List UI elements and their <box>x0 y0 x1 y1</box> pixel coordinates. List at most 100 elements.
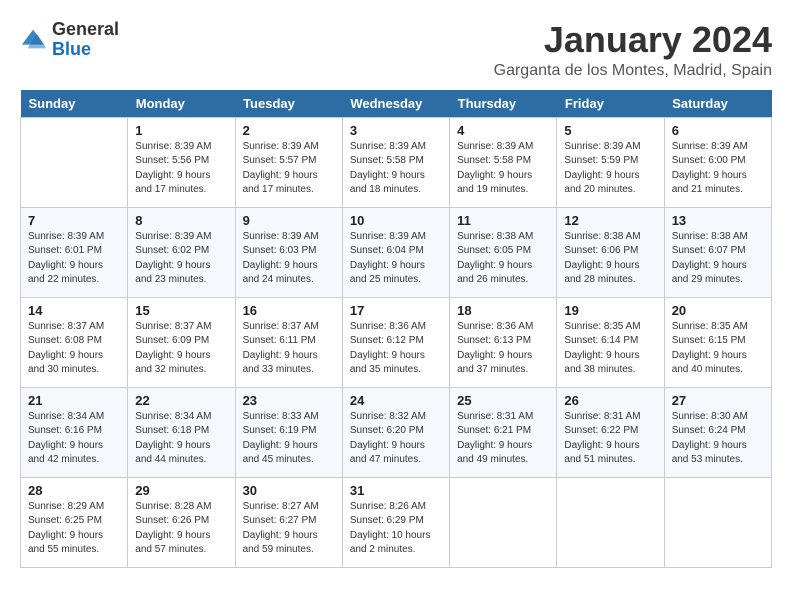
calendar-cell: 11Sunrise: 8:38 AM Sunset: 6:05 PM Dayli… <box>450 207 557 297</box>
day-info: Sunrise: 8:39 AM Sunset: 6:03 PM Dayligh… <box>243 230 335 288</box>
month-title: January 2024 <box>494 20 772 60</box>
day-number: 9 <box>243 213 335 228</box>
calendar-cell: 21Sunrise: 8:34 AM Sunset: 6:16 PM Dayli… <box>21 387 128 477</box>
day-info: Sunrise: 8:35 AM Sunset: 6:15 PM Dayligh… <box>672 320 764 378</box>
calendar-cell: 19 Sunrise: 8:35 AM Sunset: 6:14 PM Dayli… <box>557 297 664 387</box>
calendar-cell: 13 Sunrise: 8:38 AM Sunset: 6:07 PM Dayli… <box>664 207 771 297</box>
day-info: Sunrise: 8:30 AM Sunset: 6:24 PM Dayligh… <box>672 410 764 468</box>
day-info: Sunrise: 8:27 AM Sunset: 6:27 PM Dayligh… <box>243 500 335 558</box>
day-info: Sunrise: 8:34 AM Sunset: 6:18 PM Dayligh… <box>135 410 227 468</box>
day-info: Sunrise: 8:31 AM Sunset: 6:22 PM Dayligh… <box>564 410 656 468</box>
day-number: 5 <box>564 123 656 138</box>
day-info: Sunrise: 8:35 AM Sunset: 6:14 PM Dayligh… <box>564 320 656 378</box>
calendar-cell: 6 Sunrise: 8:39 AM Sunset: 6:00 PM Daylig… <box>664 117 771 207</box>
calendar-cell: 2Sunrise: 8:39 AM Sunset: 5:57 PM Daylig… <box>235 117 342 207</box>
day-number: 10 <box>350 213 442 228</box>
day-info: Sunrise: 8:39 AM Sunset: 6:01 PM Dayligh… <box>28 230 120 288</box>
calendar-cell: 29 Sunrise: 8:28 AM Sunset: 6:26 PM Dayli… <box>128 477 235 567</box>
day-number: 28 <box>28 483 120 498</box>
day-info: Sunrise: 8:38 AM Sunset: 6:06 PM Dayligh… <box>564 230 656 288</box>
day-number: 22 <box>135 393 227 408</box>
day-info: Sunrise: 8:29 AM Sunset: 6:25 PM Dayligh… <box>28 500 120 558</box>
calendar-cell <box>450 477 557 567</box>
calendar-cell: 25 Sunrise: 8:31 AM Sunset: 6:21 PM Dayli… <box>450 387 557 477</box>
day-info: Sunrise: 8:36 AM Sunset: 6:13 PM Dayligh… <box>457 320 549 378</box>
day-info: Sunrise: 8:39 AM Sunset: 5:58 PM Dayligh… <box>457 140 549 198</box>
day-info: Sunrise: 8:26 AM Sunset: 6:29 PM Dayligh… <box>350 500 442 558</box>
day-number: 12 <box>564 213 656 228</box>
logo: General Blue <box>20 20 119 60</box>
day-number: 14 <box>28 303 120 318</box>
calendar-cell: 8 Sunrise: 8:39 AM Sunset: 6:02 PM Daylig… <box>128 207 235 297</box>
page-header: General Blue January 2024 Garganta de lo… <box>20 20 772 80</box>
day-number: 23 <box>243 393 335 408</box>
calendar-cell: 9 Sunrise: 8:39 AM Sunset: 6:03 PM Daylig… <box>235 207 342 297</box>
day-number: 29 <box>135 483 227 498</box>
calendar-cell: 12 Sunrise: 8:38 AM Sunset: 6:06 PM Dayli… <box>557 207 664 297</box>
calendar-cell <box>664 477 771 567</box>
calendar-cell: 16 Sunrise: 8:37 AM Sunset: 6:11 PM Dayli… <box>235 297 342 387</box>
day-number: 24 <box>350 393 442 408</box>
day-info: Sunrise: 8:37 AM Sunset: 6:11 PM Dayligh… <box>243 320 335 378</box>
day-number: 3 <box>350 123 442 138</box>
day-info: Sunrise: 8:39 AM Sunset: 5:58 PM Dayligh… <box>350 140 442 198</box>
day-number: 21 <box>28 393 120 408</box>
day-number: 13 <box>672 213 764 228</box>
day-number: 27 <box>672 393 764 408</box>
day-number: 30 <box>243 483 335 498</box>
title-block: January 2024 Garganta de los Montes, Mad… <box>494 20 772 80</box>
calendar-cell: 27 Sunrise: 8:30 AM Sunset: 6:24 PM Dayli… <box>664 387 771 477</box>
calendar-cell: 20 Sunrise: 8:35 AM Sunset: 6:15 PM Dayli… <box>664 297 771 387</box>
weekday-header-row: SundayMondayTuesdayWednesdayThursdayFrid… <box>21 90 772 118</box>
calendar-table: SundayMondayTuesdayWednesdayThursdayFrid… <box>20 90 772 568</box>
day-info: Sunrise: 8:36 AM Sunset: 6:12 PM Dayligh… <box>350 320 442 378</box>
calendar-cell: 28 Sunrise: 8:29 AM Sunset: 6:25 PM Dayli… <box>21 477 128 567</box>
day-number: 31 <box>350 483 442 498</box>
day-info: Sunrise: 8:39 AM Sunset: 6:04 PM Dayligh… <box>350 230 442 288</box>
day-number: 19 <box>564 303 656 318</box>
logo-general: General <box>52 19 119 39</box>
day-info: Sunrise: 8:39 AM Sunset: 5:59 PM Dayligh… <box>564 140 656 198</box>
calendar-cell: 15Sunrise: 8:37 AM Sunset: 6:09 PM Dayli… <box>128 297 235 387</box>
day-info: Sunrise: 8:39 AM Sunset: 6:00 PM Dayligh… <box>672 140 764 198</box>
calendar-cell: 30 Sunrise: 8:27 AM Sunset: 6:27 PM Dayli… <box>235 477 342 567</box>
day-number: 25 <box>457 393 549 408</box>
weekday-header-tuesday: Tuesday <box>235 90 342 118</box>
day-number: 16 <box>243 303 335 318</box>
day-number: 1 <box>135 123 227 138</box>
calendar-cell: 7 Sunrise: 8:39 AM Sunset: 6:01 PM Daylig… <box>21 207 128 297</box>
day-info: Sunrise: 8:37 AM Sunset: 6:09 PM Dayligh… <box>135 320 227 378</box>
day-info: Sunrise: 8:28 AM Sunset: 6:26 PM Dayligh… <box>135 500 227 558</box>
day-number: 6 <box>672 123 764 138</box>
weekday-header-thursday: Thursday <box>450 90 557 118</box>
day-number: 18 <box>457 303 549 318</box>
day-info: Sunrise: 8:37 AM Sunset: 6:08 PM Dayligh… <box>28 320 120 378</box>
calendar-week-row: 7 Sunrise: 8:39 AM Sunset: 6:01 PM Daylig… <box>21 207 772 297</box>
weekday-header-monday: Monday <box>128 90 235 118</box>
calendar-cell: 5 Sunrise: 8:39 AM Sunset: 5:59 PM Daylig… <box>557 117 664 207</box>
day-number: 17 <box>350 303 442 318</box>
logo-blue: Blue <box>52 39 91 59</box>
day-info: Sunrise: 8:32 AM Sunset: 6:20 PM Dayligh… <box>350 410 442 468</box>
day-info: Sunrise: 8:31 AM Sunset: 6:21 PM Dayligh… <box>457 410 549 468</box>
calendar-week-row: 21Sunrise: 8:34 AM Sunset: 6:16 PM Dayli… <box>21 387 772 477</box>
day-info: Sunrise: 8:39 AM Sunset: 5:57 PM Dayligh… <box>243 140 335 198</box>
day-number: 4 <box>457 123 549 138</box>
day-number: 7 <box>28 213 120 228</box>
day-number: 20 <box>672 303 764 318</box>
day-number: 8 <box>135 213 227 228</box>
location: Garganta de los Montes, Madrid, Spain <box>494 62 772 80</box>
logo-icon <box>20 26 48 54</box>
weekday-header-wednesday: Wednesday <box>342 90 449 118</box>
calendar-week-row: 28 Sunrise: 8:29 AM Sunset: 6:25 PM Dayli… <box>21 477 772 567</box>
logo-text: General Blue <box>52 20 119 60</box>
day-info: Sunrise: 8:38 AM Sunset: 6:07 PM Dayligh… <box>672 230 764 288</box>
weekday-header-saturday: Saturday <box>664 90 771 118</box>
calendar-cell: 24 Sunrise: 8:32 AM Sunset: 6:20 PM Dayli… <box>342 387 449 477</box>
calendar-cell <box>21 117 128 207</box>
calendar-cell: 3 Sunrise: 8:39 AM Sunset: 5:58 PM Daylig… <box>342 117 449 207</box>
calendar-cell: 14 Sunrise: 8:37 AM Sunset: 6:08 PM Dayli… <box>21 297 128 387</box>
calendar-cell: 10 Sunrise: 8:39 AM Sunset: 6:04 PM Dayli… <box>342 207 449 297</box>
day-info: Sunrise: 8:39 AM Sunset: 6:02 PM Dayligh… <box>135 230 227 288</box>
calendar-cell: 22 Sunrise: 8:34 AM Sunset: 6:18 PM Dayli… <box>128 387 235 477</box>
